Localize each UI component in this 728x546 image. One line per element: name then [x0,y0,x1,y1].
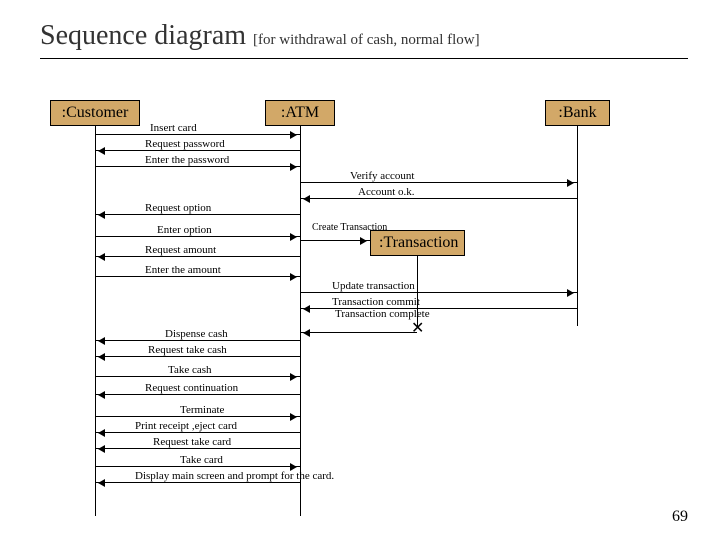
arrow-update-transaction [300,292,577,293]
arrow-enter-password [95,166,300,167]
arrow-terminate [95,416,300,417]
lifeline-atm [300,126,301,516]
arrow-request-option [95,214,300,215]
divider [40,58,688,59]
arrow-take-card [95,466,300,467]
msg-enter-amount: Enter the amount [145,264,221,276]
msg-take-cash: Take cash [168,364,212,376]
msg-request-take-cash: Request take cash [148,344,227,356]
page-title: Sequence diagram [for withdrawal of cash… [40,20,688,52]
arrow-take-cash [95,376,300,377]
msg-request-password: Request password [145,138,225,150]
msg-enter-password: Enter the password [145,154,229,166]
title-text: Sequence diagram [40,20,246,51]
msg-account-ok: Account o.k. [358,186,415,198]
msg-insert-card: Insert card [150,122,197,134]
subtitle-text: [for withdrawal of cash, normal flow] [253,32,480,48]
arrow-dispense-cash [95,340,300,341]
destroy-icon: ✕ [411,318,424,338]
arrow-transaction-complete [300,332,417,333]
msg-request-option: Request option [145,202,211,214]
msg-print-receipt: Print receipt ,eject card [135,420,237,432]
slide: Sequence diagram [for withdrawal of cash… [0,0,728,546]
participant-transaction: :Transaction [370,230,465,256]
participant-bank: :Bank [545,100,610,126]
arrow-request-take-card [95,448,300,449]
sequence-diagram: :Customer :ATM :Bank :Transaction ✕ Inse… [40,100,688,520]
arrow-create-transaction [300,240,370,241]
msg-update-transaction: Update transaction [332,280,415,292]
msg-create-transaction: Create Transaction [312,223,387,233]
participant-customer: :Customer [50,100,140,126]
msg-request-amount: Request amount [145,244,216,256]
msg-request-continuation: Request continuation [145,382,238,394]
arrow-request-take-cash [95,356,300,357]
msg-dispense-cash: Dispense cash [165,328,228,340]
arrow-enter-amount [95,276,300,277]
arrow-insert-card [95,134,300,135]
arrow-enter-option [95,236,300,237]
msg-request-take-card: Request take card [153,436,231,448]
arrow-display-main [95,482,300,483]
arrow-print-receipt [95,432,300,433]
arrow-request-continuation [95,394,300,395]
msg-transaction-commit: Transaction commit [332,296,420,308]
msg-display-main: Display main screen and prompt for the c… [135,470,334,482]
lifeline-customer [95,126,96,516]
page-number: 69 [672,508,688,526]
arrow-request-password [95,150,300,151]
msg-terminate: Terminate [180,404,224,416]
participant-atm: :ATM [265,100,335,126]
msg-transaction-complete: Transaction complete [335,309,430,320]
arrow-account-ok [300,198,577,199]
arrow-verify-account [300,182,577,183]
msg-take-card: Take card [180,454,223,466]
arrow-request-amount [95,256,300,257]
msg-verify-account: Verify account [350,170,414,182]
msg-enter-option: Enter option [157,224,212,236]
